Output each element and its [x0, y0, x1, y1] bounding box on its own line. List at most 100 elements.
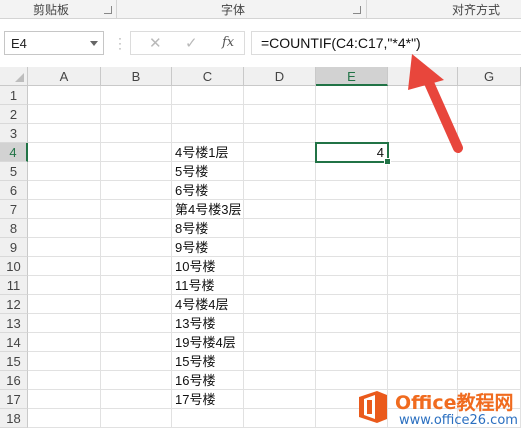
cell-b2[interactable]: [101, 105, 172, 124]
cell-b18[interactable]: [101, 409, 172, 428]
cell-a3[interactable]: [28, 124, 101, 143]
chevron-down-icon[interactable]: [90, 41, 98, 46]
cell-b1[interactable]: [101, 86, 172, 105]
cell-e9[interactable]: [316, 238, 388, 257]
cell-e10[interactable]: [316, 257, 388, 276]
row-header-18[interactable]: 18: [0, 409, 28, 428]
column-header-a[interactable]: A: [28, 67, 101, 86]
cell-f11[interactable]: [388, 276, 458, 295]
cell-d12[interactable]: [244, 295, 316, 314]
cell-b6[interactable]: [101, 181, 172, 200]
cell-c1[interactable]: [172, 86, 244, 105]
cell-c8[interactable]: 8号楼: [172, 219, 244, 238]
row-header-12[interactable]: 12: [0, 295, 28, 314]
cell-f6[interactable]: [388, 181, 458, 200]
cell-e11[interactable]: [316, 276, 388, 295]
cell-e14[interactable]: [316, 333, 388, 352]
cell-d7[interactable]: [244, 200, 316, 219]
cell-d15[interactable]: [244, 352, 316, 371]
cell-f14[interactable]: [388, 333, 458, 352]
cell-a12[interactable]: [28, 295, 101, 314]
row-header-5[interactable]: 5: [0, 162, 28, 181]
cell-d4[interactable]: [244, 143, 316, 162]
cell-g11[interactable]: [458, 276, 521, 295]
cell-b11[interactable]: [101, 276, 172, 295]
font-launcher-icon[interactable]: [353, 6, 361, 14]
cell-c10[interactable]: 10号楼: [172, 257, 244, 276]
cell-g7[interactable]: [458, 200, 521, 219]
cell-a18[interactable]: [28, 409, 101, 428]
cell-a13[interactable]: [28, 314, 101, 333]
name-box[interactable]: E4: [4, 31, 104, 55]
cell-e7[interactable]: [316, 200, 388, 219]
cell-f8[interactable]: [388, 219, 458, 238]
row-header-6[interactable]: 6: [0, 181, 28, 200]
cell-a8[interactable]: [28, 219, 101, 238]
cell-b5[interactable]: [101, 162, 172, 181]
cell-a1[interactable]: [28, 86, 101, 105]
row-header-17[interactable]: 17: [0, 390, 28, 409]
row-header-16[interactable]: 16: [0, 371, 28, 390]
cell-b10[interactable]: [101, 257, 172, 276]
column-header-c[interactable]: C: [172, 67, 244, 86]
cell-g12[interactable]: [458, 295, 521, 314]
cell-g6[interactable]: [458, 181, 521, 200]
cancel-icon[interactable]: ✕: [149, 34, 162, 52]
cell-a6[interactable]: [28, 181, 101, 200]
cell-e8[interactable]: [316, 219, 388, 238]
cell-a11[interactable]: [28, 276, 101, 295]
cell-a4[interactable]: [28, 143, 101, 162]
cell-g5[interactable]: [458, 162, 521, 181]
cell-g14[interactable]: [458, 333, 521, 352]
cell-c13[interactable]: 13号楼: [172, 314, 244, 333]
column-header-e[interactable]: E: [316, 67, 388, 86]
row-header-11[interactable]: 11: [0, 276, 28, 295]
select-all-button[interactable]: [0, 67, 28, 86]
cell-e13[interactable]: [316, 314, 388, 333]
cell-c14[interactable]: 19号楼4层: [172, 333, 244, 352]
cell-f9[interactable]: [388, 238, 458, 257]
cell-c3[interactable]: [172, 124, 244, 143]
cell-d10[interactable]: [244, 257, 316, 276]
column-header-d[interactable]: D: [244, 67, 316, 86]
cell-e6[interactable]: [316, 181, 388, 200]
cell-d8[interactable]: [244, 219, 316, 238]
row-header-8[interactable]: 8: [0, 219, 28, 238]
row-header-4[interactable]: 4: [0, 143, 28, 162]
cell-b16[interactable]: [101, 371, 172, 390]
cell-c6[interactable]: 6号楼: [172, 181, 244, 200]
row-header-9[interactable]: 9: [0, 238, 28, 257]
cell-c11[interactable]: 11号楼: [172, 276, 244, 295]
cell-b17[interactable]: [101, 390, 172, 409]
cell-g9[interactable]: [458, 238, 521, 257]
cell-d14[interactable]: [244, 333, 316, 352]
row-header-10[interactable]: 10: [0, 257, 28, 276]
cell-b4[interactable]: [101, 143, 172, 162]
cell-e1[interactable]: [316, 86, 388, 105]
row-header-7[interactable]: 7: [0, 200, 28, 219]
insert-function-icon[interactable]: fx: [222, 35, 234, 50]
row-header-3[interactable]: 3: [0, 124, 28, 143]
row-header-15[interactable]: 15: [0, 352, 28, 371]
cell-e15[interactable]: [316, 352, 388, 371]
cell-a16[interactable]: [28, 371, 101, 390]
cell-d3[interactable]: [244, 124, 316, 143]
cell-e3[interactable]: [316, 124, 388, 143]
cell-g8[interactable]: [458, 219, 521, 238]
clipboard-launcher-icon[interactable]: [104, 6, 112, 14]
cell-e12[interactable]: [316, 295, 388, 314]
cell-f7[interactable]: [388, 200, 458, 219]
row-header-1[interactable]: 1: [0, 86, 28, 105]
cell-c9[interactable]: 9号楼: [172, 238, 244, 257]
cell-c16[interactable]: 16号楼: [172, 371, 244, 390]
cell-b12[interactable]: [101, 295, 172, 314]
cell-f5[interactable]: [388, 162, 458, 181]
row-header-14[interactable]: 14: [0, 333, 28, 352]
cell-c7[interactable]: 第4号楼3层: [172, 200, 244, 219]
cell-e2[interactable]: [316, 105, 388, 124]
cell-g13[interactable]: [458, 314, 521, 333]
cell-b8[interactable]: [101, 219, 172, 238]
drag-handle-icon[interactable]: · · ·: [118, 32, 122, 54]
cell-a17[interactable]: [28, 390, 101, 409]
cell-d6[interactable]: [244, 181, 316, 200]
